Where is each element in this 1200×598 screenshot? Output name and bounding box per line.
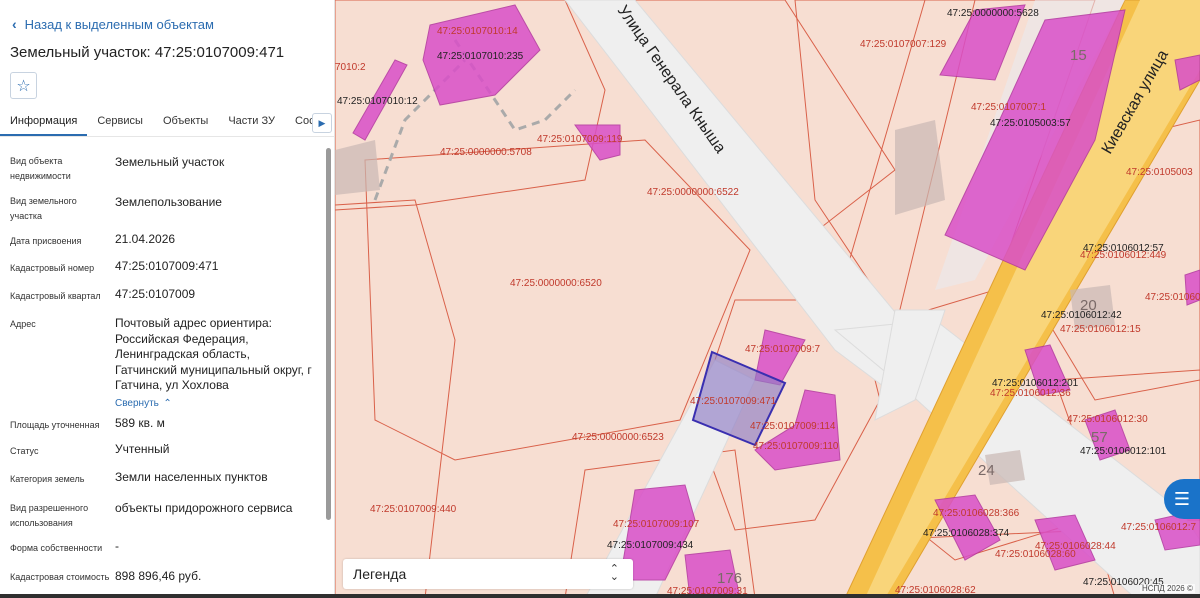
back-link-label: Назад к выделенным объектам — [24, 16, 214, 32]
tab-objects[interactable]: Объекты — [153, 110, 218, 136]
tabs-scroll-right-button[interactable]: ▶ — [312, 113, 332, 133]
property-label: Вид объекта недвижимости — [10, 156, 71, 181]
house-number: 57 — [1091, 429, 1108, 446]
property-label: Кадастровая стоимость — [10, 572, 110, 582]
tabs-divider — [0, 136, 334, 137]
property-label: Площадь уточненная — [10, 420, 100, 430]
cadastral-label: 47:25:0105003:57 — [990, 118, 1071, 129]
cadastral-label: 47:25:0107009:119 — [537, 134, 623, 145]
cadastral-label: 47:25:0106028:366 — [933, 508, 1020, 519]
back-to-selected-link[interactable]: ‹ Назад к выделенным объектам — [12, 16, 214, 32]
house-number: 15 — [1070, 47, 1087, 64]
legend-label: Легенда — [353, 566, 407, 582]
panel-scrollbar[interactable] — [326, 148, 331, 520]
legend-dropdown[interactable]: Легенда ⌃ ⌄ — [343, 559, 633, 589]
cadastral-label: 47:25:0107009:440 — [370, 504, 457, 515]
cadastral-label: 47:25:0107010:12 — [337, 96, 418, 107]
collapse-label: Свернуть — [115, 398, 159, 409]
cadastral-label: 47:25:0107007:129 — [860, 39, 947, 50]
cadastral-value: 898 896,46 руб. — [115, 569, 202, 583]
status-value: Учтенный — [115, 442, 170, 456]
cadastral-label: 47:25:0000000:6523 — [572, 432, 664, 443]
property-value: 21.04.2026 — [115, 232, 176, 246]
cadastral-label: 47:25:0107007:1 — [971, 102, 1047, 113]
property-label: Кадастровый квартал — [10, 291, 101, 301]
cadastral-label: 47:25:0106012:7 — [1121, 522, 1197, 533]
property-label: Статус — [10, 446, 39, 456]
tab-parcel-parts[interactable]: Части ЗУ — [218, 110, 285, 136]
house-number: 176 — [717, 570, 742, 587]
cadastral-label: 47:25:0000000:6522 — [647, 187, 739, 198]
favorite-button[interactable]: ☆ — [10, 72, 37, 99]
permitted-use-value: объекты придорожного сервиса — [115, 501, 293, 515]
cadastral-label: 47:25:0106012:30 — [1067, 414, 1148, 425]
cadastral-label: 47:25:0000000:5708 — [440, 147, 532, 158]
info-tabs: Информация Сервисы Объекты Части ЗУ Сост… — [0, 110, 334, 136]
object-info-panel: ‹ Назад к выделенным объектам Земельный … — [0, 0, 335, 598]
map-copyright: НСПД 2026 © — [1140, 584, 1195, 593]
cadastral-label: 47:25:0106012:15 — [1060, 324, 1141, 335]
chevron-up-icon: ⌃ — [163, 398, 172, 409]
cadastral-label: 47:25:0107009:107 — [613, 519, 700, 530]
property-label: Адрес — [10, 319, 36, 329]
cadastral-label: 47:25:0105003 — [1126, 167, 1193, 178]
address-value: Почтовый адрес ориентира: Российская Фед… — [115, 316, 312, 392]
cadastral-label: 47:25:0107010:14 — [437, 26, 518, 37]
area-value: 589 кв. м — [115, 416, 165, 430]
property-label: Форма собственности — [10, 543, 103, 553]
cadastral-label: 47:25:0106012:36 — [990, 388, 1071, 399]
cadastral-label: 47:25:0107009:434 — [607, 540, 694, 551]
property-value: Землепользование — [115, 195, 222, 209]
property-label: Категория земель — [10, 474, 85, 484]
property-label: Вид разрешенного использования — [10, 503, 89, 528]
chevron-left-icon: ‹ — [12, 16, 17, 32]
star-icon: ☆ — [16, 77, 31, 95]
cadastral-number-value: 47:25:0107009:471 — [115, 259, 219, 273]
cadastral-label: 47:25:0107009:114 — [750, 421, 836, 432]
collapse-address-link[interactable]: Свернуть ⌃ — [115, 393, 172, 411]
cadastral-label: 47:25:0000000:6520 — [510, 278, 602, 289]
land-category-value: Земли населенных пунктов — [115, 470, 268, 484]
tab-services[interactable]: Сервисы — [87, 110, 153, 136]
cadastral-label: 47:25:0106012:42 — [1041, 310, 1122, 321]
tab-information[interactable]: Информация — [0, 110, 88, 136]
selected-parcel-label: 47:25:0107009:471 — [690, 396, 777, 407]
chevron-right-icon: ▶ — [318, 117, 326, 128]
cadastral-label: 47:25:0000000:5628 — [947, 8, 1039, 19]
ownership-value: - — [115, 539, 119, 553]
property-label: Дата присвоения — [10, 236, 82, 246]
house-number: 24 — [978, 462, 995, 479]
parcel-boundary[interactable] — [335, 199, 456, 598]
building — [895, 120, 945, 215]
property-label: Кадастровый номер — [10, 263, 95, 273]
cadastral-label: 47:25:0106028:374 — [923, 528, 1010, 539]
chat-icon: ☰ — [1173, 488, 1191, 509]
cadastral-label: 47:25:0106012:101 — [1080, 446, 1167, 457]
cadastral-label: 47:25:0107009:110 — [753, 441, 839, 452]
cadastral-quarter-value: 47:25:0107009 — [115, 287, 196, 301]
cadastral-label: 47:25:0107010:235 — [437, 51, 524, 62]
building — [335, 140, 380, 195]
cadastral-label: 47:25:0107009:7 — [745, 344, 821, 355]
object-title: Земельный участок: 47:25:0107009:471 — [10, 44, 285, 61]
property-value: Земельный участок — [115, 155, 225, 169]
chat-button[interactable]: ☰ — [1164, 479, 1200, 519]
cadastral-map[interactable]: Улица Генерала Кныша Киевская улица 15 5… — [335, 0, 1200, 598]
sort-icon: ⌃ ⌄ — [609, 563, 619, 583]
map-canvas[interactable]: Улица Генерала Кныша Киевская улица 15 5… — [335, 0, 1200, 598]
property-label: Вид земельного участка — [10, 196, 77, 221]
cadastral-label: 47:25:0106012:449 — [1080, 250, 1167, 261]
window-bottom-bar — [0, 594, 1200, 598]
cadastral-label: 47:25:0106028:60 — [995, 549, 1076, 560]
cadastral-label: 7010:2 — [335, 62, 366, 73]
cadastral-label: 47:25:0106012:16 — [1145, 292, 1200, 303]
